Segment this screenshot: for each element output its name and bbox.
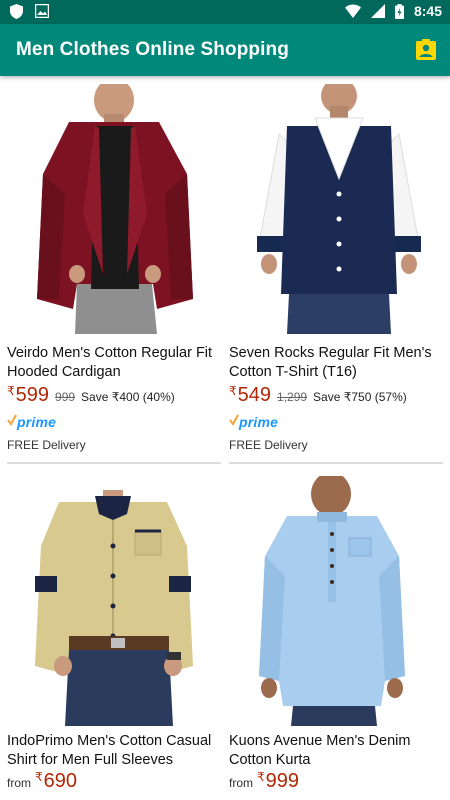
image-icon — [35, 4, 49, 18]
product-price: 999 — [265, 770, 300, 792]
prime-check-icon — [229, 414, 239, 426]
product-card[interactable]: Kuons Avenue Men's Denim Cotton Kurta fr… — [229, 476, 443, 800]
product-title[interactable]: Veirdo Men's Cotton Regular Fit Hooded C… — [7, 344, 221, 382]
card-divider — [229, 462, 443, 464]
status-time: 8:45 — [413, 3, 442, 19]
product-grid: Veirdo Men's Cotton Regular Fit Hooded C… — [0, 76, 450, 800]
prime-label: prime — [239, 414, 279, 430]
wifi-icon — [344, 4, 361, 18]
delivery-label: FREE Delivery — [229, 438, 308, 452]
product-price: 690 — [43, 770, 78, 792]
product-price: 549 — [237, 384, 272, 406]
product-mrp: 999 — [55, 390, 76, 404]
product-image[interactable] — [229, 476, 443, 726]
prime-check-icon — [7, 414, 17, 426]
page-title: Men Clothes Online Shopping — [16, 39, 289, 60]
prime-label: prime — [17, 414, 57, 430]
shield-icon — [10, 4, 23, 19]
price-row: from ₹ 690 — [7, 770, 77, 793]
product-savings: Save ₹400 (40%) — [81, 390, 175, 404]
prime-badge: prime — [229, 414, 278, 430]
product-image[interactable] — [7, 84, 221, 334]
signal-icon — [370, 4, 385, 18]
card-divider — [7, 462, 221, 464]
currency-symbol: ₹ — [35, 770, 43, 784]
product-card[interactable]: Veirdo Men's Cotton Regular Fit Hooded C… — [7, 84, 221, 464]
product-card[interactable]: IndoPrimo Men's Cotton Casual Shirt for … — [7, 476, 221, 800]
status-right-icons: 8:45 — [344, 3, 442, 19]
status-left-icons — [10, 4, 49, 19]
from-label: from — [7, 776, 31, 790]
currency-symbol: ₹ — [7, 384, 15, 398]
currency-symbol: ₹ — [229, 384, 237, 398]
currency-symbol: ₹ — [257, 770, 265, 784]
contacts-badge-icon[interactable] — [414, 38, 438, 62]
product-title[interactable]: IndoPrimo Men's Cotton Casual Shirt for … — [7, 732, 221, 770]
product-title[interactable]: Kuons Avenue Men's Denim Cotton Kurta — [229, 732, 443, 770]
price-row: ₹ 599 999 Save ₹400 (40%) — [7, 384, 175, 407]
battery-charging-icon — [394, 3, 404, 19]
product-price: 599 — [15, 384, 50, 406]
prime-badge: prime — [7, 414, 56, 430]
status-bar: 8:45 — [0, 0, 450, 24]
price-row: ₹ 549 1,299 Save ₹750 (57%) — [229, 384, 407, 407]
product-title[interactable]: Seven Rocks Regular Fit Men's Cotton T-S… — [229, 344, 443, 382]
product-image[interactable] — [229, 84, 443, 334]
product-mrp: 1,299 — [277, 390, 308, 404]
price-row: from ₹ 999 — [229, 770, 299, 793]
product-image[interactable] — [7, 476, 221, 726]
product-savings: Save ₹750 (57%) — [313, 390, 407, 404]
product-card[interactable]: Seven Rocks Regular Fit Men's Cotton T-S… — [229, 84, 443, 464]
from-label: from — [229, 776, 253, 790]
app-bar: Men Clothes Online Shopping — [0, 24, 450, 76]
delivery-label: FREE Delivery — [7, 438, 86, 452]
